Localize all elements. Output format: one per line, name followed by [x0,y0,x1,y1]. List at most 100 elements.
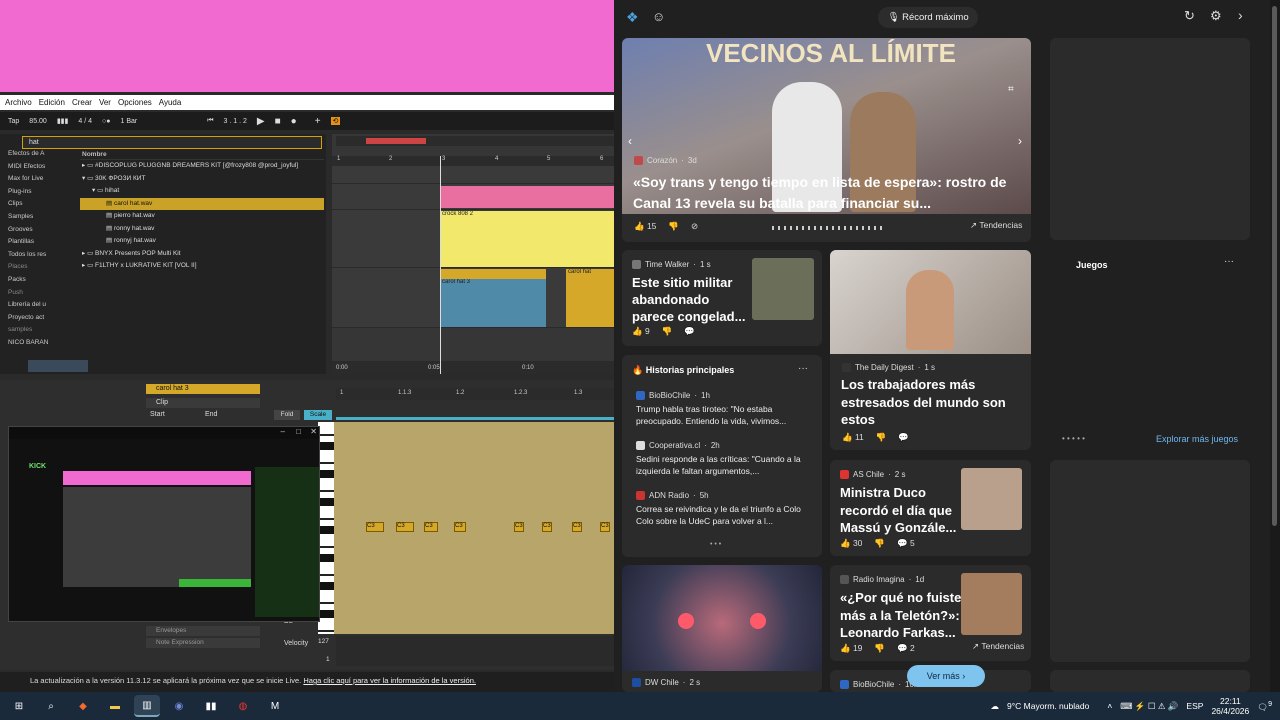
explore-games-link[interactable]: Explorar más juegos [1156,434,1238,444]
place-clips[interactable]: Clips [8,198,76,211]
menu-ver[interactable]: Ver [99,98,111,107]
tap-button[interactable]: Tap [8,118,19,125]
card-title[interactable]: «¿Por qué no fuiste más a la Teletón?»: … [840,589,962,642]
fold-button[interactable]: Fold [274,410,300,420]
beat-ruler[interactable]: 1 2 3 4 5 6 [332,156,614,166]
dislike-icon[interactable]: 👎 [876,432,887,443]
news-card-military[interactable]: Time Walker · 1 s Este sitio militar aband… [622,250,822,346]
kick-plugin-window[interactable]: – □ ✕ KICK [8,426,320,622]
add-icon[interactable]: + [315,116,321,127]
file-row-selected[interactable]: ▤ carol hat.wav [80,197,324,210]
hero-title[interactable]: «Soy trans y tengo tiempo en lista de es… [633,172,1023,214]
time-ruler[interactable]: 0:00 0:05 0:10 [332,362,614,374]
clock[interactable]: 22:11 26/4/2026 [1211,696,1249,716]
card-title[interactable]: Ministra Duco recordó el día que Massú y… [840,484,960,537]
track-lane[interactable]: crock 808 2 [332,210,614,268]
loop-toggle-icon[interactable]: ⟲ [330,117,341,125]
like-button[interactable]: 👍 30 [840,538,862,549]
weather-icon[interactable]: ☁ [991,701,1000,712]
track-lane[interactable] [332,184,614,210]
more-options-icon[interactable]: ··· [798,363,808,374]
place-samples-folder[interactable]: samples [8,324,76,337]
carousel-dots[interactable] [772,226,882,230]
file-explorer-icon[interactable]: ▬ [102,695,128,717]
folder-row[interactable]: ▸ ▭ F1LTHY x LUKRATIVE KIT [VOL II] [80,260,324,273]
bookmark-icon[interactable]: ⌗ [1008,84,1014,95]
place-samples[interactable]: Samples [8,211,76,224]
gear-icon[interactable]: ⚙ [1210,8,1222,24]
midi-note[interactable]: C3 [454,522,466,532]
comment-button[interactable]: 💬 5 [897,538,915,549]
trending-badge[interactable]: ↗ Tendencias [966,218,1027,233]
like-button[interactable]: 👍 9 [632,326,650,337]
file-row[interactable]: ▤ ronny hat.wav [80,223,324,236]
velocity-lane[interactable] [336,636,614,666]
place-max-for-live[interactable]: Max for Live [8,173,76,186]
midi-note[interactable]: C3 [396,522,414,532]
track-lane[interactable] [332,328,614,362]
comment-icon[interactable]: 💬 [684,326,695,337]
midi-note[interactable]: C3 [542,522,552,532]
loop-icon[interactable]: ○● [102,118,110,125]
menu-crear[interactable]: Crear [72,98,92,107]
dislike-icon[interactable]: 👎 [874,643,885,654]
trending-badge[interactable]: ↗ Tendencias [972,641,1024,652]
stop-icon[interactable]: ■ [275,116,281,127]
card-title[interactable]: Este sitio militar abandonado parece con… [632,274,750,325]
menu-opciones[interactable]: Opciones [118,98,152,107]
midi-ruler[interactable]: 1 1.1.3 1.2 1.2.3 1.3 [336,388,614,400]
place-audio-effects[interactable]: Efectos de A [8,148,76,161]
story-item[interactable]: Cooperativa.cl · 2h Sedini responde a las … [636,441,816,477]
scale-button[interactable]: Scale [304,410,332,420]
brave-browser-icon[interactable]: ◆ [70,695,96,717]
weather-label[interactable]: 9°C Mayorm. nublado [1007,701,1089,711]
close-icon[interactable]: ✕ [310,427,317,436]
maximize-icon[interactable]: □ [296,427,301,436]
more-options-icon[interactable]: ··· [1224,256,1234,267]
track-lane[interactable]: carol hat 3 carol hat [332,268,614,328]
overview-region[interactable] [366,138,426,144]
midi-note[interactable]: C3 [424,522,438,532]
envelopes-tab[interactable]: Envelopes [146,626,260,636]
refresh-icon[interactable]: ↻ [1184,8,1195,24]
note-expression-tab[interactable]: Note Expression [146,638,260,648]
like-button[interactable]: 👍 11 [842,432,864,443]
clip-section[interactable]: Clip [146,398,260,408]
carol-hat-clip[interactable]: carol hat [566,269,614,327]
start-windows-icon[interactable]: ⊞ [6,695,32,717]
note-grid[interactable]: C3 C3 C3 C3 C3 C3 C3 C3 [334,422,614,634]
follow-icon[interactable]: ⏮ [207,117,213,125]
folder-row[interactable]: ▾ ▭ hihat [80,185,324,198]
carol-hat-3-clip[interactable]: carol hat 3 [440,269,546,327]
midi-note[interactable]: C3 [572,522,582,532]
overview-bar[interactable] [336,136,614,146]
trending-search-pill[interactable]: 🎙 Récord máximo [878,7,978,28]
card-title[interactable]: Los trabajadores más estresados del mund… [841,376,1021,429]
file-row[interactable]: ▤ pierro hat.wav [80,210,324,223]
place-packs[interactable]: Packs [8,274,76,287]
metronome-icon[interactable]: ▮▮▮ [57,117,69,125]
search-icon[interactable]: ⌕ [38,695,64,717]
show-hidden-icons-icon[interactable]: ˄ [1107,701,1112,711]
folder-row[interactable]: ▾ ▭ 30K ФРОЗИ КИТ [80,173,324,186]
record-icon[interactable]: ● [291,116,297,127]
news-card-dw[interactable]: DW Chile · 2 s [622,565,822,692]
play-icon[interactable]: ▶ [257,116,265,127]
quantize-select[interactable]: 1 Bar [120,118,137,125]
place-nico-baran[interactable]: NICO BARAN [8,337,76,350]
hide-icon[interactable]: ⊘ [691,221,698,232]
loop-brace[interactable] [336,417,614,420]
notification-icon[interactable]: 🗨9 [1257,700,1272,713]
folder-row[interactable]: ▸ ▭ BNYX Presents POP Multi Kit [80,248,324,261]
minimize-icon[interactable]: – [281,427,285,436]
story-item[interactable]: BioBioChile · 1h Trump habla tras tiroteo:… [636,391,816,427]
midi-note[interactable]: C3 [600,522,610,532]
obs-icon[interactable]: ◍ [230,695,256,717]
chevron-right-icon[interactable]: › [1238,7,1243,23]
place-grooves[interactable]: Grooves [8,224,76,237]
hero-card[interactable]: VECINOS AL LÍMITE ‹ › Corazón · 3d «Soy tr… [622,38,1031,242]
menu-ayuda[interactable]: Ayuda [159,98,182,107]
bpm-field[interactable]: 85.00 [29,118,47,125]
preview-waveform[interactable] [28,360,88,372]
carousel-next-icon[interactable]: › [1018,134,1022,148]
